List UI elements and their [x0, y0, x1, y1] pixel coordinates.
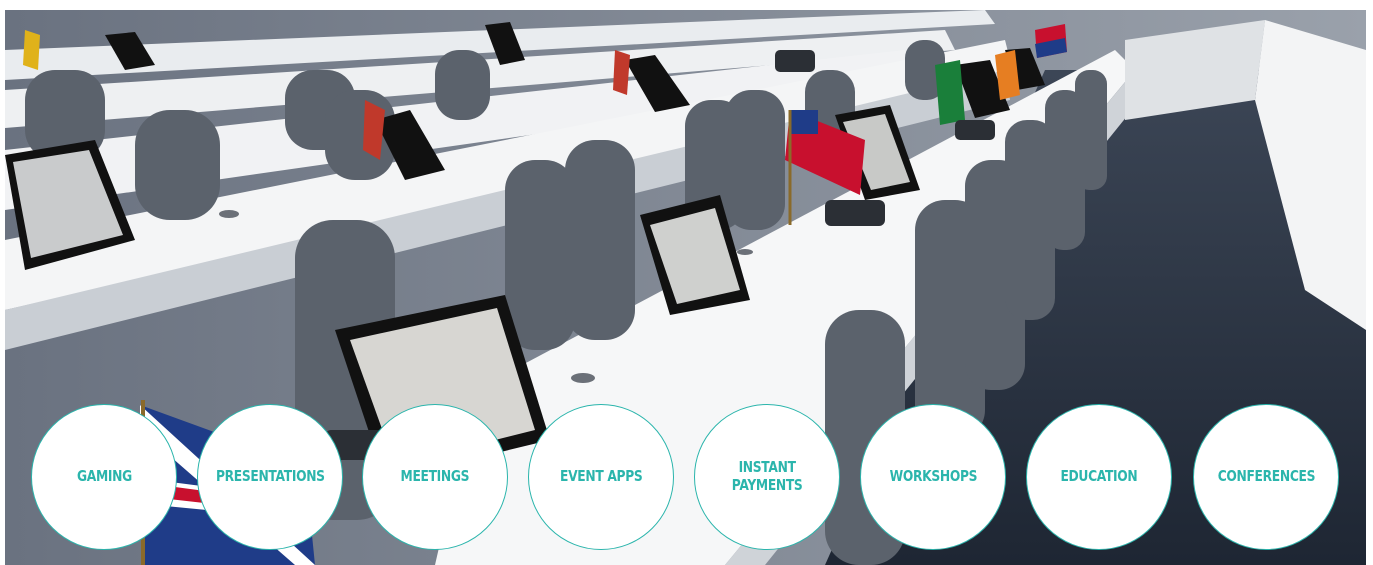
- category-education[interactable]: EDUCATION: [1026, 404, 1172, 550]
- category-label: WORKSHOPS: [889, 467, 977, 486]
- category-label: EDUCATION: [1060, 467, 1138, 486]
- category-label: PRESENTATIONS: [215, 467, 325, 486]
- category-event-apps[interactable]: EVENT APPS: [528, 404, 674, 550]
- category-instant-payments[interactable]: INSTANT PAYMENTS: [694, 404, 840, 550]
- category-label: GAMING: [76, 467, 132, 486]
- category-workshops[interactable]: WORKSHOPS: [860, 404, 1006, 550]
- category-label: INSTANT PAYMENTS: [731, 458, 803, 494]
- category-gaming[interactable]: GAMING: [31, 404, 177, 550]
- category-label: EVENT APPS: [559, 467, 643, 486]
- category-meetings[interactable]: MEETINGS: [362, 404, 508, 550]
- category-label: CONFERENCES: [1217, 467, 1315, 486]
- category-presentations[interactable]: PRESENTATIONS: [197, 404, 343, 550]
- category-circles: GAMING PRESENTATIONS MEETINGS EVENT APPS…: [0, 0, 1373, 565]
- category-label: MEETINGS: [400, 467, 470, 486]
- category-conferences[interactable]: CONFERENCES: [1193, 404, 1339, 550]
